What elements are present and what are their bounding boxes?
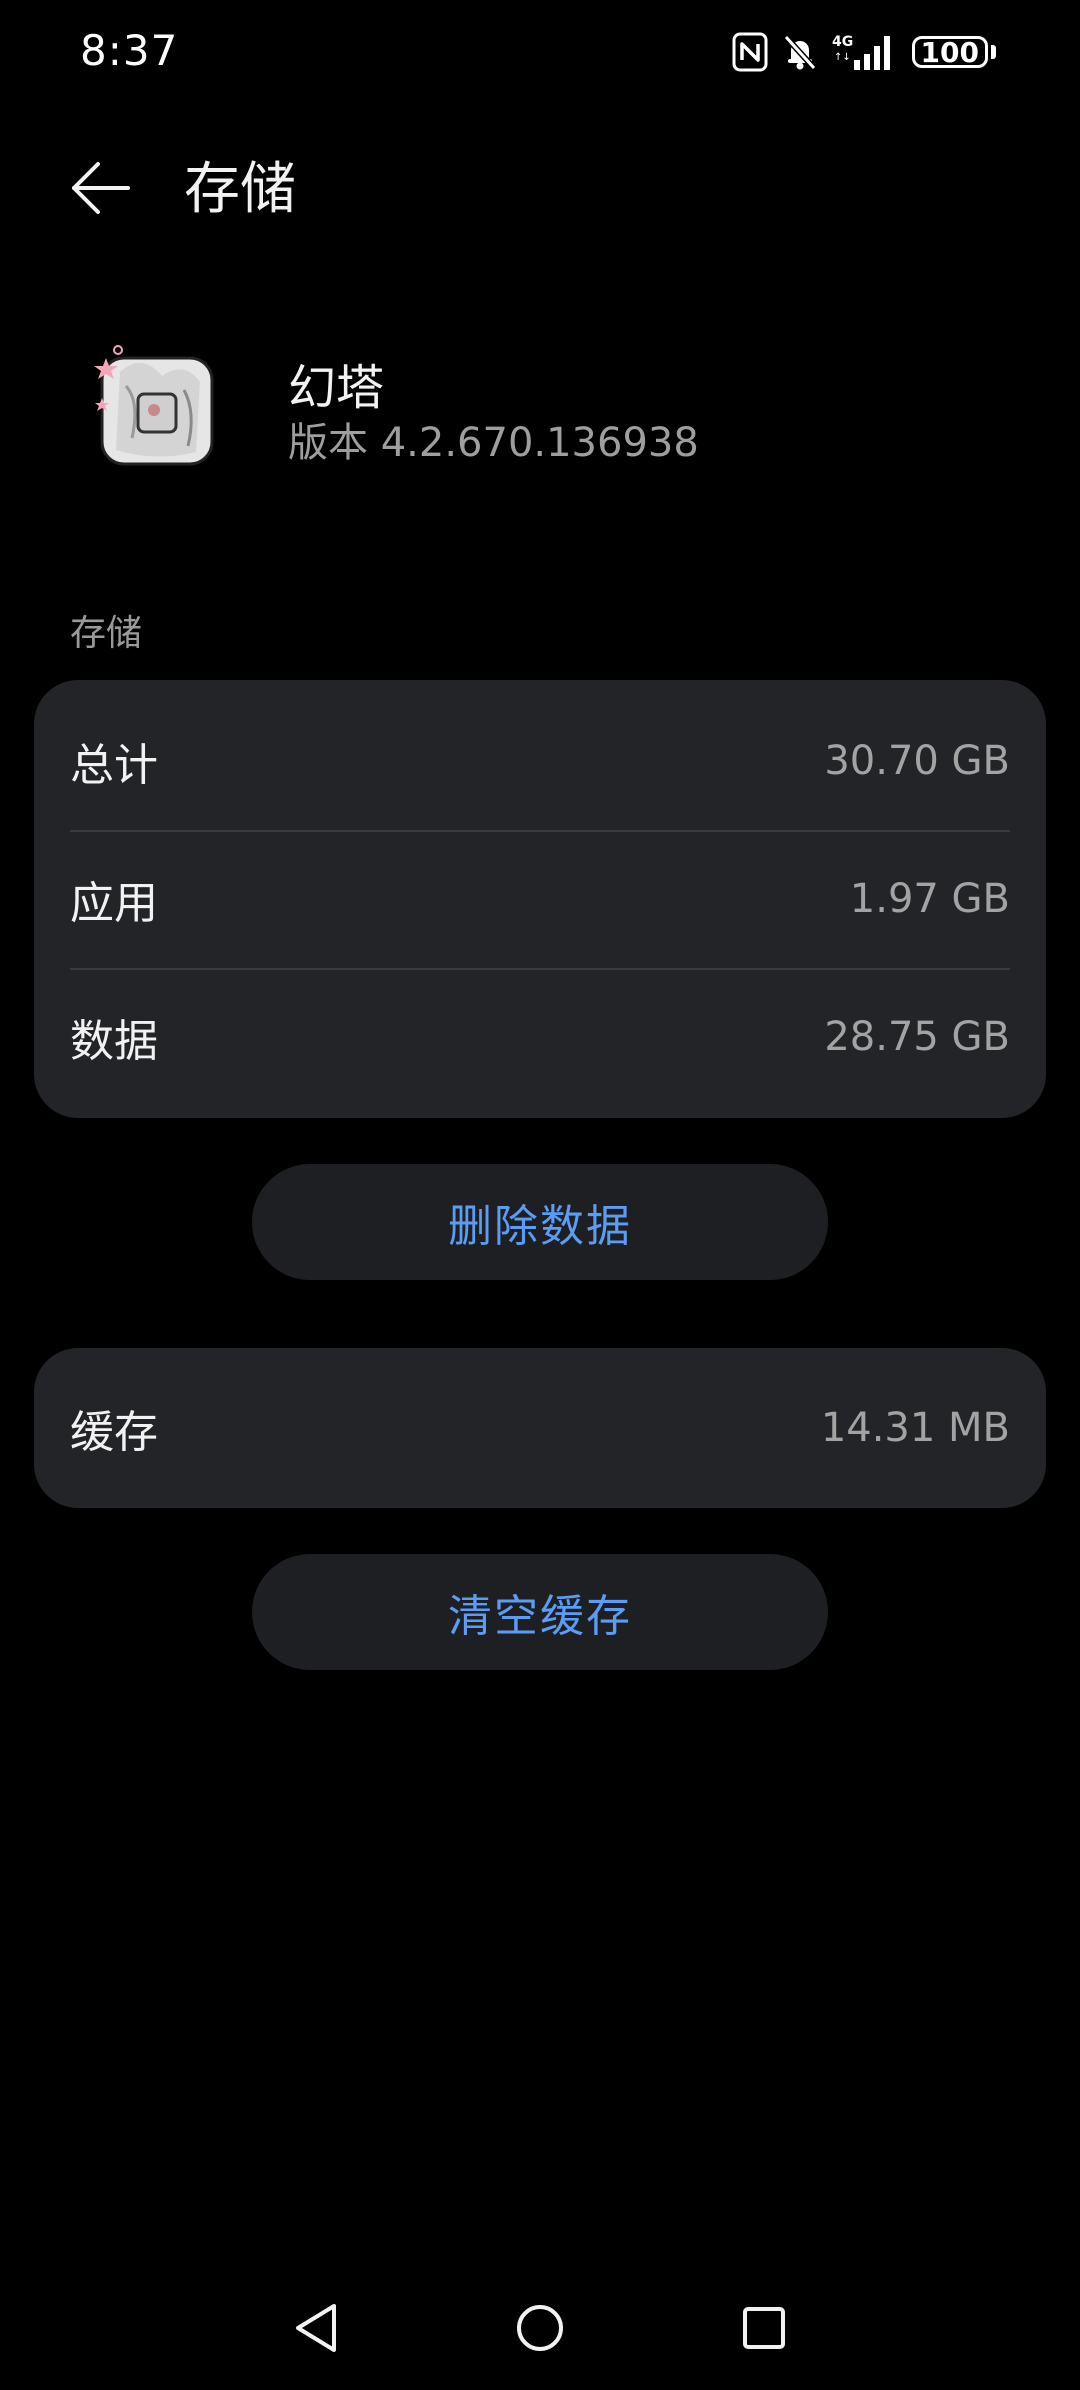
- row-value: 28.75 GB: [824, 1014, 1010, 1060]
- row-value: 30.70 GB: [824, 738, 1010, 784]
- app-version: 版本 4.2.670.136938: [288, 420, 699, 466]
- arrow-left-icon: [68, 160, 132, 220]
- circle-home-icon: [514, 2302, 566, 2358]
- bell-off-icon: [782, 32, 818, 72]
- storage-row-app: 应用 1.97 GB: [70, 830, 1010, 968]
- app-icon: [92, 342, 220, 470]
- storage-row-total: 总计 30.70 GB: [70, 692, 1010, 830]
- storage-row-data: 数据 28.75 GB: [70, 968, 1010, 1106]
- row-label: 应用: [70, 878, 158, 929]
- section-label-storage: 存储: [70, 613, 143, 654]
- status-bar: 8:37 4G ↑↓ 100: [0, 0, 1080, 110]
- back-button[interactable]: [60, 150, 140, 230]
- nfc-icon: [732, 32, 768, 72]
- app-name: 幻塔: [288, 360, 385, 416]
- triangle-back-icon: [290, 2300, 342, 2360]
- cache-card: 缓存 14.31 MB: [34, 1348, 1046, 1508]
- page-title: 存储: [184, 157, 296, 222]
- cache-row: 缓存 14.31 MB: [70, 1359, 1010, 1497]
- network-type-label: 4G: [832, 34, 853, 50]
- row-label: 数据: [70, 1016, 158, 1067]
- battery-level: 100: [911, 36, 988, 69]
- navigation-bar: [0, 2280, 1080, 2380]
- row-value: 14.31 MB: [820, 1405, 1010, 1451]
- nav-recents-button[interactable]: [714, 2280, 814, 2380]
- clear-cache-button[interactable]: 清空缓存: [252, 1554, 828, 1670]
- square-recents-icon: [740, 2304, 788, 2356]
- status-time: 8:37: [80, 26, 179, 75]
- svg-text:↑↓: ↑↓: [834, 52, 851, 63]
- status-icons: 4G ↑↓ 100: [732, 28, 996, 76]
- row-label: 总计: [70, 740, 158, 791]
- row-value: 1.97 GB: [849, 876, 1010, 922]
- nav-back-button[interactable]: [266, 2280, 366, 2380]
- row-label: 缓存: [70, 1407, 158, 1458]
- delete-data-button[interactable]: 删除数据: [252, 1164, 828, 1280]
- storage-card: 总计 30.70 GB 应用 1.97 GB 数据 28.75 GB: [34, 680, 1046, 1118]
- battery-tip: [991, 45, 996, 59]
- nav-home-button[interactable]: [490, 2280, 590, 2380]
- header: 存储: [0, 130, 1080, 240]
- cellular-signal-icon: 4G ↑↓: [832, 32, 898, 72]
- battery-icon: 100: [911, 36, 996, 69]
- app-info: 幻塔 版本 4.2.670.136938: [0, 330, 1080, 480]
